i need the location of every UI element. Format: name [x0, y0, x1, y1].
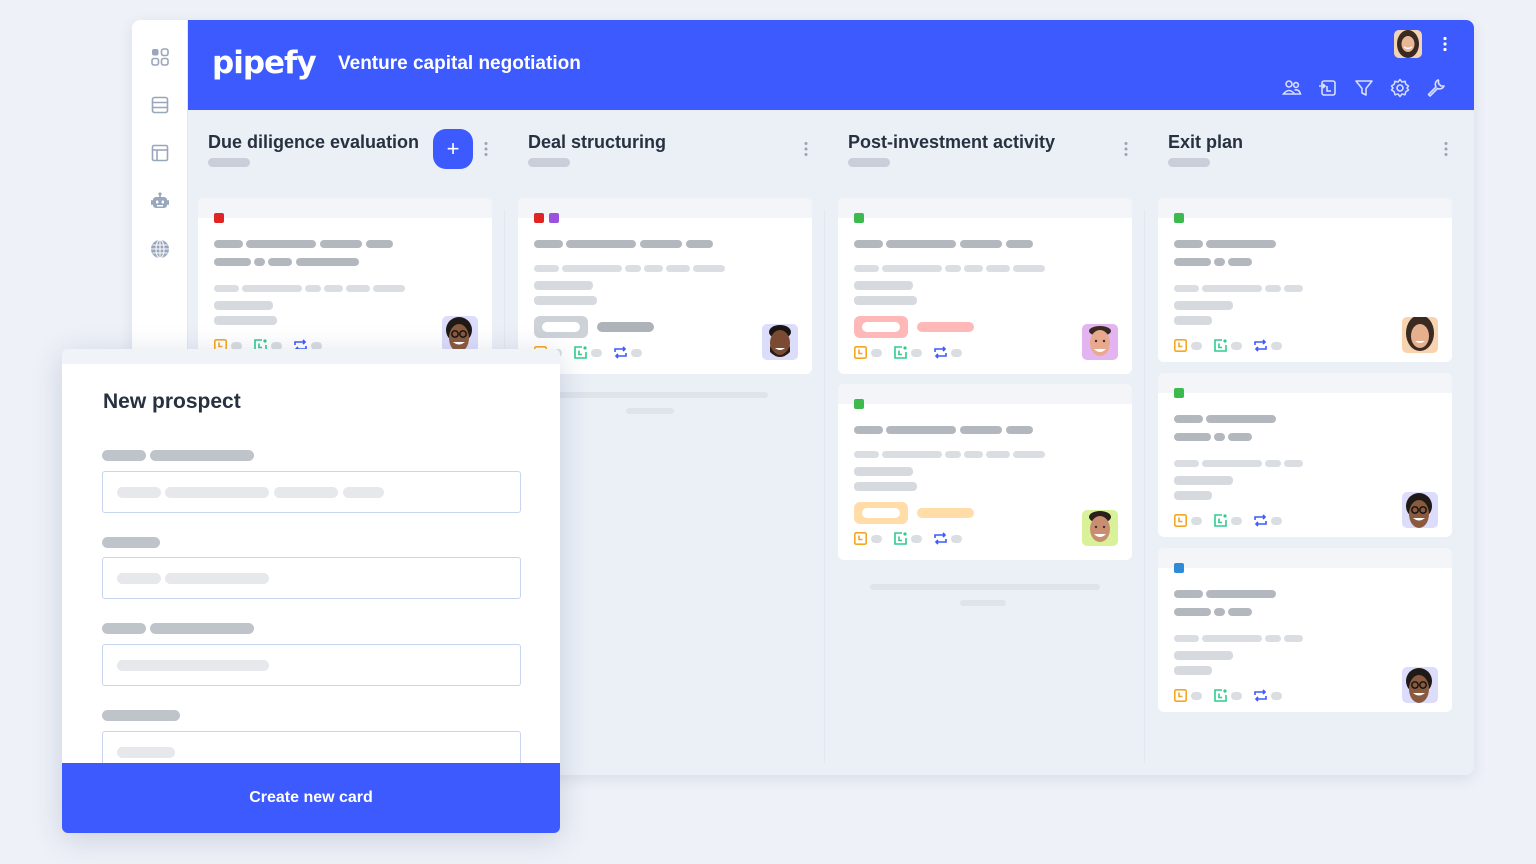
- status-badge: [854, 316, 908, 338]
- card-labels: [1174, 388, 1184, 398]
- checklist-icon: [1214, 514, 1227, 527]
- card-labels: [854, 213, 864, 223]
- checklist-icon: [1214, 689, 1227, 702]
- database-icon[interactable]: [150, 95, 170, 115]
- field-label: [150, 450, 254, 461]
- card-labels: [1174, 213, 1184, 223]
- due-date-icon: [854, 532, 867, 545]
- assignee-avatar[interactable]: [1402, 492, 1438, 528]
- assignee-avatar[interactable]: [762, 324, 798, 360]
- phase-card-count: [528, 158, 570, 167]
- label-tag: [534, 213, 544, 223]
- status-badge: [854, 502, 908, 524]
- pipe-header: pipefy Venture capital negotiation: [188, 20, 1474, 110]
- assignee-avatar[interactable]: [1402, 667, 1438, 703]
- connections-icon: [934, 532, 947, 545]
- import-icon[interactable]: [1318, 78, 1338, 98]
- pipefy-logo[interactable]: pipefy: [212, 45, 317, 81]
- user-avatar[interactable]: [1394, 30, 1422, 58]
- load-more-placeholder: [870, 584, 1100, 590]
- card[interactable]: [838, 198, 1132, 374]
- assignee-avatar[interactable]: [1402, 317, 1438, 353]
- robot-icon[interactable]: [150, 191, 170, 211]
- card-labels: [1174, 563, 1184, 573]
- card[interactable]: [838, 384, 1132, 560]
- phase-title: Deal structuring: [528, 132, 667, 152]
- phase-title: Post-investment activity: [848, 132, 1056, 152]
- connections-icon: [614, 346, 627, 359]
- phase-card-count: [208, 158, 250, 167]
- apps-grid-icon[interactable]: [150, 47, 170, 67]
- form-field-input[interactable]: [102, 557, 521, 599]
- new-card-form: New prospect Create new card: [62, 349, 560, 833]
- phase-card-count: [1168, 158, 1210, 167]
- phase-menu-icon[interactable]: [803, 141, 809, 157]
- due-date-icon: [1174, 339, 1187, 352]
- connections-icon: [1254, 339, 1267, 352]
- filter-icon[interactable]: [1354, 78, 1374, 98]
- more-options-icon[interactable]: [1442, 36, 1448, 52]
- label-tag: [1174, 388, 1184, 398]
- card-labels: [214, 213, 224, 223]
- load-more-placeholder: [960, 600, 1006, 606]
- due-date-icon: [854, 346, 867, 359]
- assignee-avatar[interactable]: [1082, 324, 1118, 360]
- checklist-icon: [894, 532, 907, 545]
- connections-icon: [1254, 514, 1267, 527]
- checklist-icon: [894, 346, 907, 359]
- label-tag: [214, 213, 224, 223]
- checklist-icon: [1214, 339, 1227, 352]
- field-label: [102, 623, 146, 634]
- phase-column: Post-investment activity: [828, 110, 1148, 775]
- wrench-icon[interactable]: [1426, 78, 1446, 98]
- label-tag: [549, 213, 559, 223]
- add-card-button[interactable]: +: [433, 129, 473, 169]
- connections-icon: [1254, 689, 1267, 702]
- phase-menu-icon[interactable]: [483, 141, 489, 157]
- field-label: [102, 450, 146, 461]
- phase-title: Due diligence evaluation: [208, 132, 420, 152]
- label-tag: [1174, 563, 1184, 573]
- card[interactable]: [1158, 198, 1452, 362]
- phase-title: Exit plan: [1168, 132, 1244, 152]
- form-title: New prospect: [103, 390, 241, 413]
- due-date-icon: [1174, 514, 1187, 527]
- card-labels: [534, 213, 559, 223]
- members-icon[interactable]: [1282, 78, 1302, 98]
- phase-menu-icon[interactable]: [1443, 141, 1449, 157]
- assignee-avatar[interactable]: [1082, 510, 1118, 546]
- phase-card-count: [848, 158, 890, 167]
- card[interactable]: [518, 198, 812, 374]
- layout-icon[interactable]: [150, 143, 170, 163]
- form-field-input[interactable]: [102, 471, 521, 513]
- label-tag: [1174, 213, 1184, 223]
- label-tag: [854, 213, 864, 223]
- label-tag: [854, 399, 864, 409]
- card[interactable]: [1158, 373, 1452, 537]
- card[interactable]: [198, 198, 492, 368]
- field-label: [102, 710, 180, 721]
- phase-menu-icon[interactable]: [1123, 141, 1129, 157]
- card-labels: [854, 399, 864, 409]
- pipe-title: Venture capital negotiation: [338, 53, 581, 74]
- field-label: [102, 537, 160, 548]
- globe-icon[interactable]: [150, 239, 170, 259]
- field-label: [150, 623, 254, 634]
- status-badge: [534, 316, 588, 338]
- assignee-avatar[interactable]: [442, 316, 478, 352]
- settings-gear-icon[interactable]: [1390, 78, 1410, 98]
- due-date-icon: [1174, 689, 1187, 702]
- load-more-placeholder: [626, 408, 674, 414]
- create-new-card-button[interactable]: Create new card: [62, 763, 560, 833]
- card[interactable]: [1158, 548, 1452, 712]
- load-more-placeholder: [548, 392, 768, 398]
- phase-column: Exit plan: [1148, 110, 1468, 775]
- connections-icon: [934, 346, 947, 359]
- form-field-input[interactable]: [102, 644, 521, 686]
- checklist-icon: [574, 346, 587, 359]
